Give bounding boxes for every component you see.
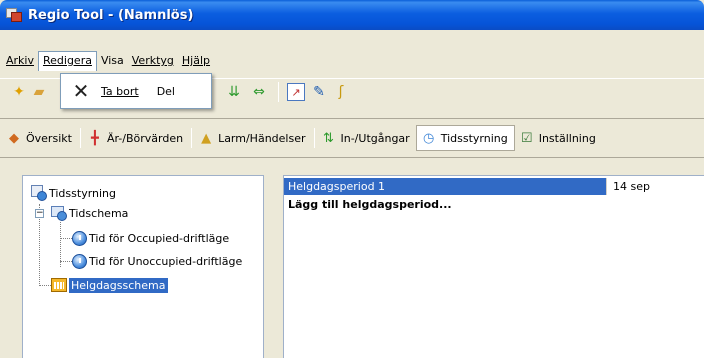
clock-icon [72, 253, 87, 269]
tree-connector [60, 261, 72, 262]
tree-node-schedule[interactable]: Tidschema [51, 204, 128, 222]
open-file-icon[interactable]: ▰ [30, 83, 48, 101]
io-icon: ⇅ [323, 130, 334, 146]
tree-node-holiday[interactable]: Helgdagsschema [51, 276, 168, 294]
add-holiday-period-row[interactable]: Lägg till helgdagsperiod... [284, 196, 606, 213]
tab-oversikt-label: Översikt [26, 131, 72, 145]
tree-connector [39, 285, 51, 286]
delete-shortcut: Del [156, 84, 175, 98]
tab-tidsstyrning-label: Tidsstyrning [440, 131, 508, 145]
tree-connector [60, 238, 72, 239]
app-icon [6, 7, 22, 23]
tree-node-occupied[interactable]: Tid för Occupied-driftläge [72, 229, 229, 247]
tab-installning-label: Inställning [538, 131, 596, 145]
holiday-grid: Helgdagsperiod 1 14 sep Lägg till helgda… [283, 175, 704, 358]
menu-arkiv-label: Arkiv [6, 54, 34, 67]
tree-schedule-label: Tidschema [69, 206, 129, 220]
delete-icon: ✕ [72, 79, 90, 103]
tab-oversikt[interactable]: ◆ Översikt [2, 126, 78, 150]
alarm-icon: ▲ [201, 130, 212, 146]
settings-icon: ☑ [520, 130, 533, 146]
tree-holiday-label: Helgdagsschema [69, 277, 168, 293]
menu-visa-label: Visa [100, 54, 124, 67]
tab-separator [191, 128, 193, 148]
time-control-icon: ◷ [423, 130, 435, 146]
tab-tidsstyrning[interactable]: ◷ Tidsstyrning [415, 125, 515, 151]
menu-verktyg-label: Verktyg [131, 54, 174, 67]
download-arrows-icon[interactable]: ⇊ [225, 83, 243, 101]
chart-icon[interactable]: ↗ [287, 83, 305, 101]
time-control-icon [31, 185, 47, 201]
tab-installning[interactable]: ☑ Inställning [515, 126, 602, 150]
new-file-icon[interactable]: ✦ [10, 83, 28, 101]
menu-redigera-label: Redigera [42, 54, 92, 67]
menu-arkiv[interactable]: Arkiv [2, 51, 38, 71]
title-bar: Regio Tool - (Namnlös) [0, 0, 704, 30]
delete-menu-item[interactable]: Ta bort [101, 85, 139, 98]
tab-io-label: In-/Utgångar [340, 131, 410, 145]
overview-icon: ◆ [9, 130, 19, 146]
tab-io[interactable]: ⇅ In-/Utgångar [317, 126, 416, 150]
tab-larm-label: Larm/Händelser [218, 131, 306, 145]
swap-arrows-icon[interactable]: ⇔ [250, 83, 268, 101]
tab-separator [79, 128, 81, 148]
tree-node-root[interactable]: Tidsstyrning [31, 184, 116, 202]
edit-menu-popup: ✕ Ta bort Del [60, 73, 212, 109]
tab-list: ◆ Översikt ╋ Är-/Börvärden ▲ Larm/Händelser… [2, 125, 602, 151]
tab-varden-label: Är-/Börvärden [106, 131, 184, 145]
menu-redigera[interactable]: Redigera [37, 51, 97, 71]
tab-larm[interactable]: ▲ Larm/Händelser [194, 126, 311, 150]
toolbar-separator [278, 82, 279, 102]
tab-separator [313, 128, 315, 148]
add-holiday-period-label: Lägg till helgdagsperiod... [288, 198, 452, 211]
holiday-period-date: 14 sep [606, 178, 704, 195]
delete-label: Ta bort [101, 84, 139, 98]
menu-visa[interactable]: Visa [97, 51, 128, 71]
holiday-period-name: Helgdagsperiod 1 [284, 178, 606, 195]
calendar-icon [51, 278, 67, 292]
menu-bar: Arkiv Redigera Visa Verktyg Hjälp [2, 51, 214, 71]
tab-varden[interactable]: ╋ Är-/Börvärden [83, 126, 189, 150]
schedule-icon [51, 205, 67, 221]
window-title: Regio Tool - (Namnlös) [28, 7, 194, 23]
clock-icon [72, 230, 87, 246]
tool-icon[interactable]: ʃ [332, 83, 350, 101]
values-icon: ╋ [91, 130, 99, 146]
table-row[interactable]: Helgdagsperiod 1 14 sep [284, 178, 704, 195]
collapse-toggle[interactable]: − [35, 209, 44, 218]
edit-pen-icon[interactable]: ✎ [310, 83, 328, 101]
tree-node-unoccupied[interactable]: Tid för Unoccupied-driftläge [72, 252, 242, 270]
menu-hjalp-label: Hjälp [181, 54, 211, 67]
tree-root-label: Tidsstyrning [49, 186, 117, 200]
tree-unoccupied-label: Tid för Unoccupied-driftläge [89, 254, 243, 268]
tree-occupied-label: Tid för Occupied-driftläge [89, 231, 230, 245]
tree-panel: Tidsstyrning − Tidschema Tid för Occupie… [22, 175, 264, 358]
menu-hjalp[interactable]: Hjälp [178, 51, 214, 71]
menu-verktyg[interactable]: Verktyg [128, 51, 178, 71]
